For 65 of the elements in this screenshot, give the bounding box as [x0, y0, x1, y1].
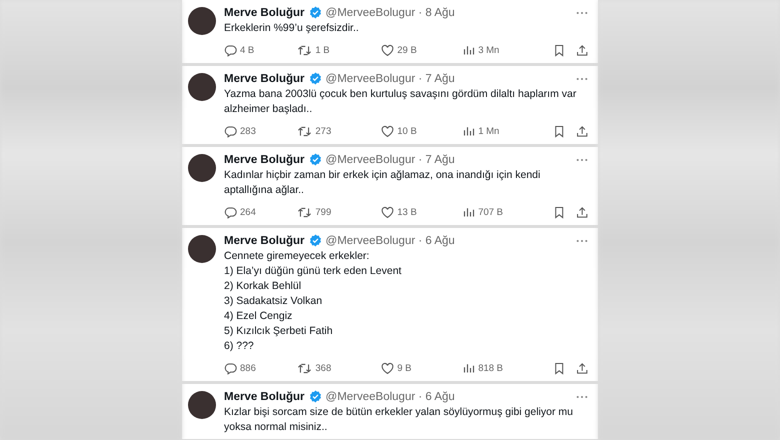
heart-icon [381, 124, 394, 138]
reply-button[interactable]: 886 [224, 362, 298, 374]
speech-bubble-icon [224, 362, 237, 374]
retweet-icon [297, 44, 312, 56]
reply-button[interactable]: 264 [224, 206, 298, 218]
tweet-text: Kadınlar hiçbir zaman bir erkek için ağlamaz, ona inandığı için kendi aptallığına ağlar.. [224, 168, 542, 198]
more-icon[interactable] [576, 238, 588, 242]
bar-chart-icon [463, 362, 476, 374]
more-icon[interactable] [576, 76, 588, 80]
heart-icon [381, 362, 394, 374]
views-button[interactable]: 3 Mn [463, 44, 544, 56]
retweet-button[interactable]: 368 [297, 362, 382, 374]
avatar [188, 235, 216, 263]
bar-chart-icon [463, 44, 476, 56]
tweet-text: Kızlar bişi sorcam size de bütün erkekler yalan söylüyormuş gibi geliyor mu yoksa normal misiniz.. [224, 405, 574, 435]
more-icon[interactable] [576, 158, 588, 162]
author-name[interactable]: Merve Boluğur [224, 234, 305, 246]
heart-icon [381, 206, 394, 218]
bar-chart-icon [463, 125, 476, 137]
tweet-text: Cennete giremeyecek erkekler: 1) Ela’yı düğün günü terk eden Levent 2) Korkak Behlül 3) Sadakatsiz Volkan 4) Ezel Cengiz 5) Kızılcık Şerbeti Fatih 6) ??? [224, 249, 402, 354]
retweet-button[interactable]: 1 B [297, 44, 382, 56]
bookmark-icon[interactable] [553, 206, 566, 218]
views-button[interactable]: 1 Mn [463, 125, 544, 137]
bookmark-icon[interactable] [553, 124, 566, 138]
like-button[interactable]: 13 B [381, 206, 464, 218]
speech-bubble-icon [224, 206, 237, 218]
handle-and-date: @MerveeBolugur · 6 Ağu [326, 234, 455, 246]
share-icon[interactable] [576, 206, 588, 218]
bar-chart-icon [463, 206, 476, 218]
handle-and-date: @MerveeBolugur · 7 Ağu [326, 154, 455, 166]
avatar [188, 154, 216, 182]
bookmark-icon[interactable] [553, 362, 566, 374]
author-name[interactable]: Merve Boluğur [224, 6, 305, 18]
tweet-text: Erkeklerin %99’u şerefsizdir.. [224, 21, 360, 36]
views-button[interactable]: 818 B [463, 362, 544, 374]
more-icon[interactable] [576, 394, 588, 398]
bookmark-icon[interactable] [553, 44, 566, 56]
author-name[interactable]: Merve Boluğur [224, 72, 305, 84]
share-icon[interactable] [576, 124, 588, 138]
views-button[interactable]: 707 B [463, 206, 544, 218]
handle-and-date: @MerveeBolugur · 7 Ağu [326, 72, 455, 84]
reply-button[interactable]: 283 [224, 124, 298, 138]
more-icon[interactable] [576, 10, 588, 14]
avatar [188, 73, 216, 101]
handle-and-date: @MerveeBolugur · 6 Ağu [326, 390, 455, 402]
speech-bubble-icon [224, 124, 237, 138]
speech-bubble-icon [224, 44, 237, 56]
author-name[interactable]: Merve Boluğur [224, 390, 305, 402]
avatar [188, 7, 216, 35]
retweet-icon [297, 206, 312, 218]
author-name[interactable]: Merve Boluğur [224, 154, 305, 166]
share-icon[interactable] [576, 362, 588, 374]
retweet-icon [297, 362, 312, 374]
retweet-icon [297, 124, 312, 138]
retweet-button[interactable]: 799 [297, 206, 382, 218]
like-button[interactable]: 10 B [381, 124, 464, 138]
retweet-button[interactable]: 273 [297, 124, 382, 138]
share-icon[interactable] [576, 44, 588, 56]
handle-and-date: @MerveeBolugur · 8 Ağu [326, 6, 455, 18]
reply-button[interactable]: 4 B [224, 44, 298, 56]
tweet-text: Yazma bana 2003lü çocuk ben kurtuluş savaşını gördüm dilaltı haplarım var alzheimer başladı.. [224, 87, 578, 117]
heart-icon [381, 44, 394, 56]
like-button[interactable]: 29 B [381, 44, 464, 56]
avatar [188, 391, 216, 419]
like-button[interactable]: 9 B [381, 362, 464, 374]
